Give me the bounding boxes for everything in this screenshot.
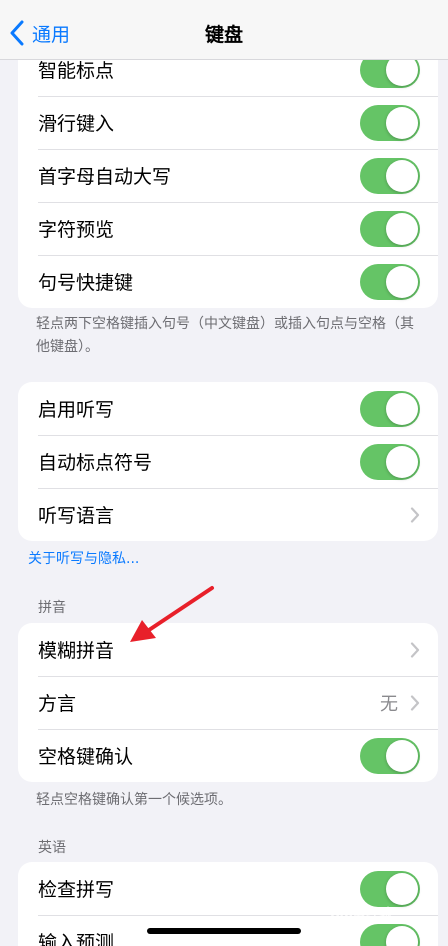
chevron-right-icon bbox=[410, 694, 420, 711]
chevron-right-icon bbox=[410, 506, 420, 523]
dictation-group: 启用听写 自动标点符号 听写语言 bbox=[18, 382, 438, 541]
slide-to-type-toggle[interactable] bbox=[360, 104, 420, 141]
dialect-label: 方言 bbox=[38, 693, 77, 715]
toggle-knob bbox=[386, 445, 418, 478]
period-shortcut-label: 句号快捷键 bbox=[38, 272, 134, 294]
page-title: 键盘 bbox=[204, 24, 243, 46]
home-indicator[interactable] bbox=[147, 928, 301, 934]
annotation-arrow-icon bbox=[130, 586, 214, 642]
auto-capitalization-row: 首字母自动大写 bbox=[18, 149, 438, 202]
predictive-toggle[interactable] bbox=[360, 923, 420, 946]
watermark: Bai度经验 bbox=[330, 907, 393, 922]
toggle-knob bbox=[386, 212, 418, 245]
toggle-knob bbox=[386, 872, 418, 905]
enable-dictation-label: 启用听写 bbox=[38, 399, 115, 421]
auto-capitalization-toggle[interactable] bbox=[360, 157, 420, 194]
toggle-knob bbox=[386, 265, 418, 298]
navigation-bar: 通用 键盘 bbox=[0, 0, 448, 60]
dictation-languages-label: 听写语言 bbox=[38, 505, 115, 527]
toggle-knob bbox=[386, 925, 418, 946]
settings-scroll-view[interactable]: 智能标点 滑行键入 首字母自动大写 字符预览 句号快捷键 轻点两下空格键插入句号… bbox=[0, 0, 448, 946]
enable-dictation-toggle[interactable] bbox=[360, 390, 420, 427]
pinyin-section-header: 拼音 bbox=[38, 600, 66, 616]
space-confirm-row: 空格键确认 bbox=[18, 729, 438, 782]
dialect-value: 无 bbox=[380, 693, 398, 715]
period-shortcut-row: 句号快捷键 bbox=[18, 255, 438, 308]
toggle-knob bbox=[386, 159, 418, 192]
auto-capitalization-label: 首字母自动大写 bbox=[38, 166, 172, 188]
typing-options-group: 智能标点 滑行键入 首字母自动大写 字符预览 句号快捷键 bbox=[18, 43, 438, 308]
character-preview-label: 字符预览 bbox=[38, 219, 115, 241]
period-shortcut-toggle[interactable] bbox=[360, 263, 420, 300]
slide-to-type-row: 滑行键入 bbox=[18, 96, 438, 149]
slide-to-type-label: 滑行键入 bbox=[38, 113, 115, 135]
english-section-header: 英语 bbox=[38, 840, 66, 856]
enable-dictation-row: 启用听写 bbox=[18, 382, 438, 435]
smart-punctuation-label: 智能标点 bbox=[38, 60, 115, 82]
character-preview-toggle[interactable] bbox=[360, 210, 420, 247]
toggle-knob bbox=[386, 739, 418, 772]
auto-punctuation-row: 自动标点符号 bbox=[18, 435, 438, 488]
character-preview-row: 字符预览 bbox=[18, 202, 438, 255]
dictation-languages-row[interactable]: 听写语言 bbox=[18, 488, 438, 541]
dialect-row[interactable]: 方言 无 bbox=[18, 676, 438, 729]
space-confirm-toggle[interactable] bbox=[360, 737, 420, 774]
dictation-privacy-link[interactable]: 关于听写与隐私... bbox=[28, 548, 408, 571]
chevron-right-icon bbox=[410, 641, 420, 658]
toggle-knob bbox=[386, 106, 418, 139]
check-spelling-label: 检查拼写 bbox=[38, 879, 115, 901]
auto-punctuation-label: 自动标点符号 bbox=[38, 452, 153, 474]
space-confirm-label: 空格键确认 bbox=[38, 746, 134, 768]
auto-punctuation-toggle[interactable] bbox=[360, 443, 420, 480]
check-spelling-toggle[interactable] bbox=[360, 870, 420, 907]
toggle-knob bbox=[386, 392, 418, 425]
period-shortcut-footnote: 轻点两下空格键插入句号（中文键盘）或插入句点与空格（其他键盘）。 bbox=[36, 316, 414, 355]
space-confirm-footnote: 轻点空格键确认第一个候选项。 bbox=[36, 792, 232, 808]
